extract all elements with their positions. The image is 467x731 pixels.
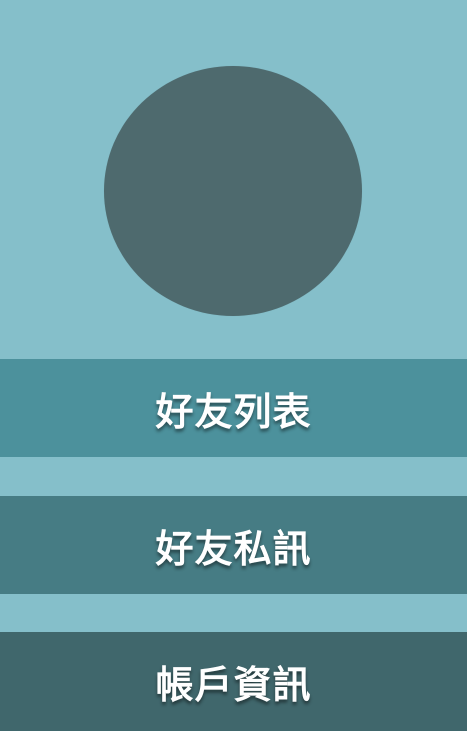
friend-messages-button[interactable]: 好友私訊 (0, 496, 467, 594)
account-info-label: 帳戶資訊 (155, 663, 312, 707)
profile-menu-screen: 好友列表 好友私訊 帳戶資訊 (0, 0, 467, 731)
friends-list-label: 好友列表 (155, 389, 312, 434)
account-info-button[interactable]: 帳戶資訊 (0, 632, 467, 731)
avatar[interactable] (104, 66, 362, 316)
friends-list-button[interactable]: 好友列表 (0, 359, 467, 457)
friend-messages-label: 好友私訊 (155, 526, 312, 571)
